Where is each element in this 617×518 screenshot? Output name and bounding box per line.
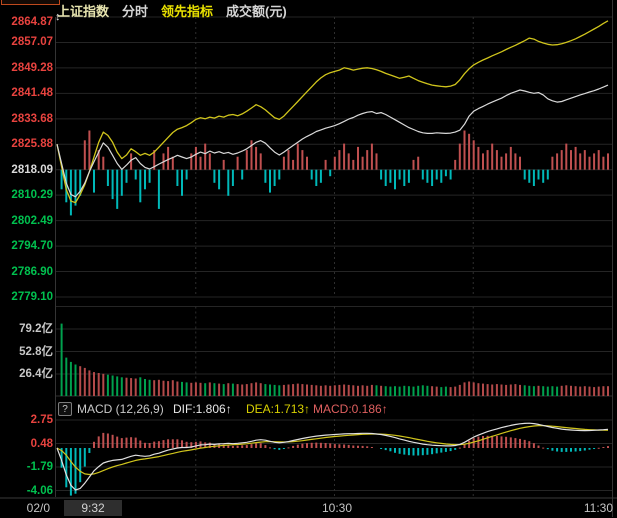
chart-canvas[interactable] <box>0 0 617 518</box>
price-tick-label: 2786.90 <box>3 265 53 279</box>
scale-adjust-icon[interactable]: ↕ <box>55 11 61 23</box>
macd-indicator-name[interactable]: MACD (12,26,9) <box>77 402 164 416</box>
tab-leading-indicator[interactable]: 领先指标 <box>161 1 213 16</box>
price-tick-label: 2864.87 <box>3 15 53 29</box>
price-tick-label: 2857.07 <box>3 35 53 49</box>
price-tick-label: 2833.68 <box>3 112 53 126</box>
price-tick-label: 2841.48 <box>3 86 53 100</box>
time-axis: 02/0 9:32 10:30 11:30 <box>0 499 617 517</box>
tab-turnover[interactable]: 成交额(元) <box>226 1 287 16</box>
grid-lines <box>56 17 612 497</box>
macd-tick-label: -4.06 <box>3 484 53 498</box>
price-tick-label: 2794.70 <box>3 239 53 253</box>
stock-app-window: 上证指数 分时 领先指标 成交额(元) ↕ 2864.87 2857.07 2849… <box>0 0 617 518</box>
macd-chart[interactable] <box>57 423 609 495</box>
price-tick-label: 2779.10 <box>3 290 53 304</box>
volume-tick-label: 52.8亿 <box>3 345 53 359</box>
tab-index-name[interactable]: 上证指数 <box>57 1 109 16</box>
price-tick-label: 2810.29 <box>3 188 53 202</box>
volume-chart[interactable] <box>61 324 609 396</box>
time-label-1130: 11:30 <box>584 501 613 515</box>
price-tick-label: 2849.28 <box>3 61 53 75</box>
volume-tick-label: 79.2亿 <box>3 322 53 336</box>
price-tick-label: 2818.09 <box>3 163 53 177</box>
macd-tick-label: 2.75 <box>3 413 53 427</box>
tab-intraday[interactable]: 分时 <box>122 1 148 16</box>
crosshair-time-label: 9:32 <box>64 500 122 516</box>
macd-dif-value: DIF:1.806↑ <box>173 402 232 416</box>
date-label: 02/0 <box>14 501 50 515</box>
chart-header: 上证指数 分时 领先指标 成交额(元) <box>57 1 287 16</box>
macd-header: ? MACD (12,26,9) DIF:1.806↑ DEA:1.713↑ M… <box>56 401 612 417</box>
help-button[interactable]: ? <box>58 402 72 416</box>
macd-dea-value: DEA:1.713↑ <box>246 402 310 416</box>
time-label-1030: 10:30 <box>315 501 359 515</box>
macd-tick-label: 0.48 <box>3 437 53 451</box>
macd-tick-label: -1.79 <box>3 460 53 474</box>
macd-hist-value: MACD:0.186↑ <box>313 402 388 416</box>
price-chart[interactable] <box>57 21 609 216</box>
price-tick-label: 2802.49 <box>3 214 53 228</box>
volume-tick-label: 26.4亿 <box>3 367 53 381</box>
price-tick-label: 2825.88 <box>3 137 53 151</box>
